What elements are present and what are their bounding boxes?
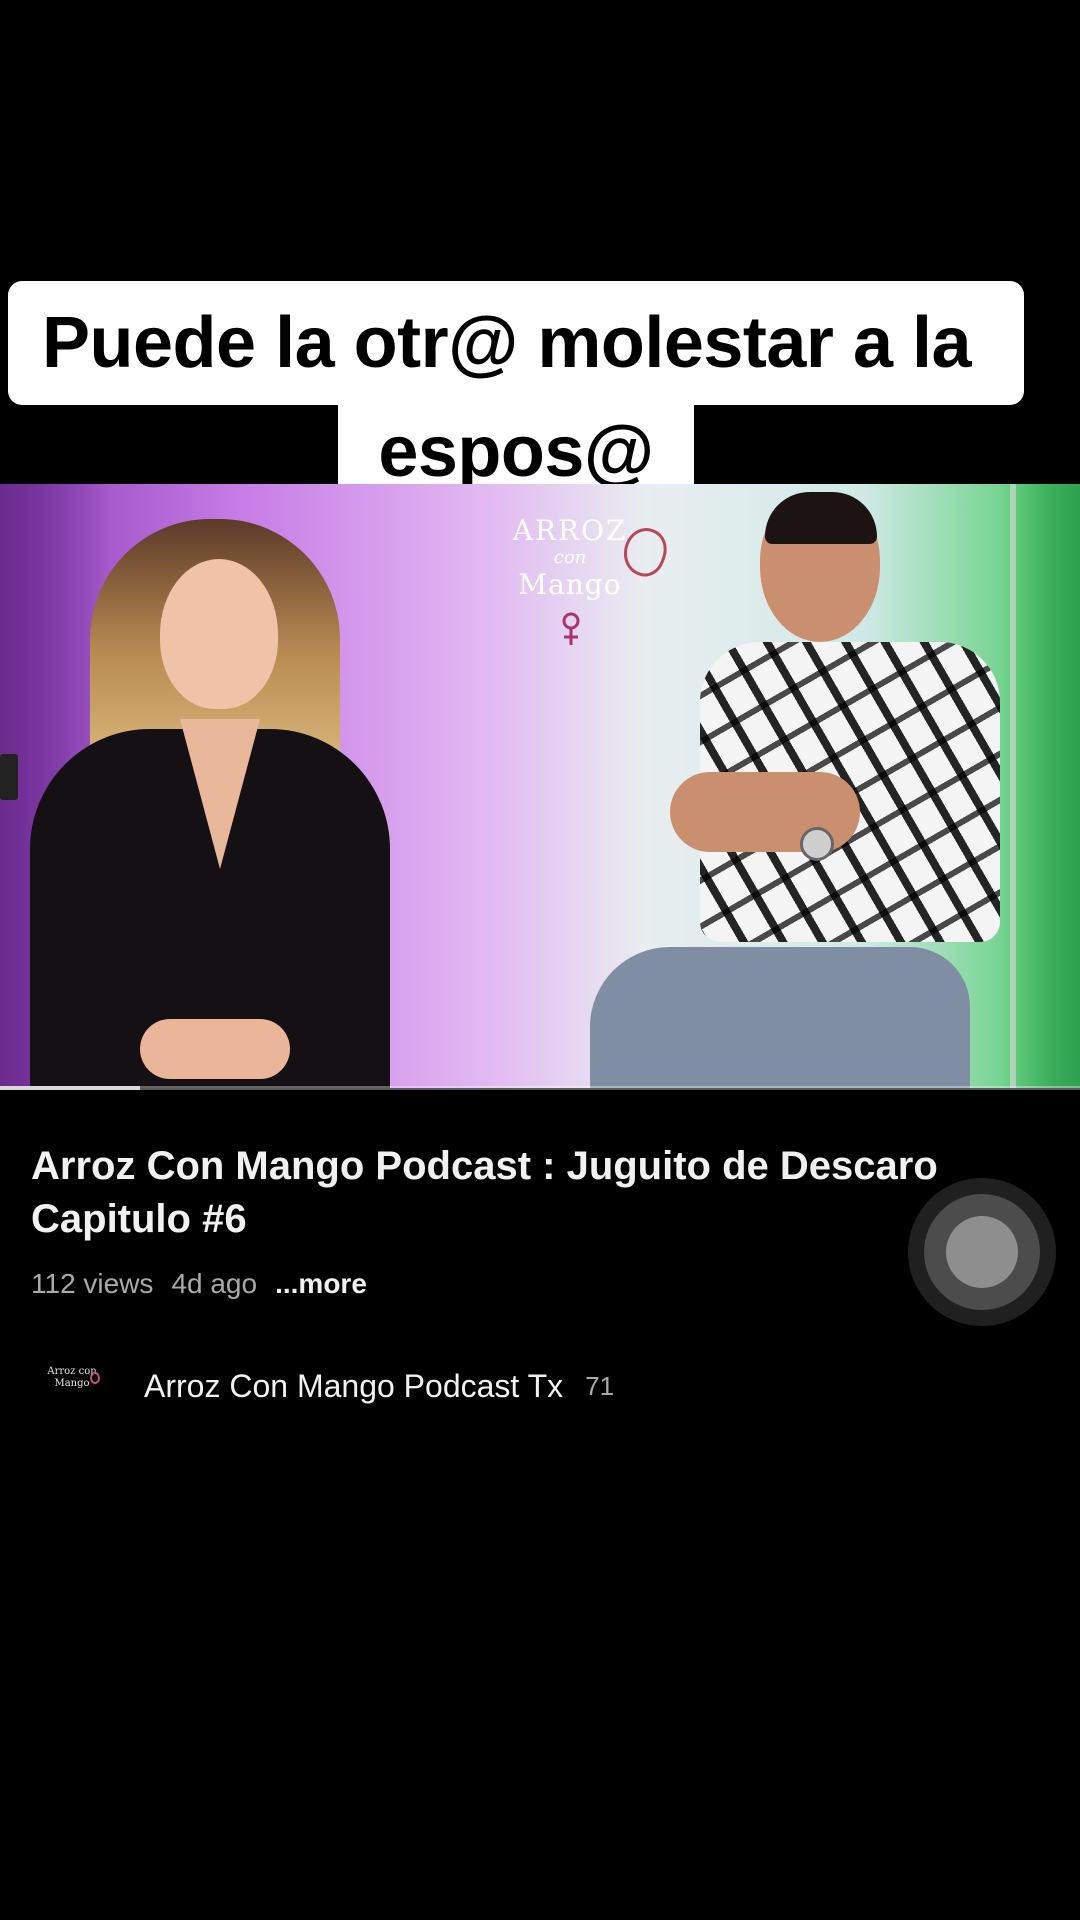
caption-line-1-text: Puede la otr@ molestar a la (42, 303, 972, 383)
man-jeans (590, 947, 970, 1088)
light-stand (0, 754, 18, 800)
channel-name[interactable]: Arroz Con Mango Podcast Tx (144, 1368, 563, 1405)
upload-age: 4d ago (171, 1268, 258, 1299)
assistive-touch-ring (924, 1194, 1040, 1310)
channel-row[interactable]: Arroz con Mango Arroz Con Mango Podcast … (40, 1358, 614, 1414)
caption-line-1: Puede la otr@ molestar a la (8, 281, 1024, 405)
channel-avatar[interactable]: Arroz con Mango (40, 1362, 104, 1410)
video-progress-bar[interactable] (0, 1086, 1080, 1090)
more-link[interactable]: ...more (275, 1268, 367, 1300)
man-host (590, 492, 1030, 1088)
assistive-touch-icon[interactable] (908, 1178, 1056, 1326)
subscriber-count: 71 (585, 1370, 615, 1401)
man-hair (765, 492, 877, 544)
mango-icon (90, 1372, 100, 1384)
woman-hands (140, 1019, 290, 1079)
view-count: 112 views (31, 1268, 154, 1299)
female-symbol-icon (562, 612, 580, 645)
video-player[interactable]: ARROZ con Mango (0, 484, 1080, 1088)
woman-face (160, 559, 278, 709)
caption-line-2-text: espos@ (378, 412, 654, 492)
watch-icon (800, 827, 834, 861)
video-progress-fill (0, 1086, 141, 1090)
woman-guest (30, 519, 390, 1088)
video-title[interactable]: Arroz Con Mango Podcast : Juguito de Des… (31, 1140, 1061, 1246)
assistive-touch-center (946, 1216, 1018, 1288)
video-meta[interactable]: 112 views 4d ago ...more (31, 1264, 385, 1304)
